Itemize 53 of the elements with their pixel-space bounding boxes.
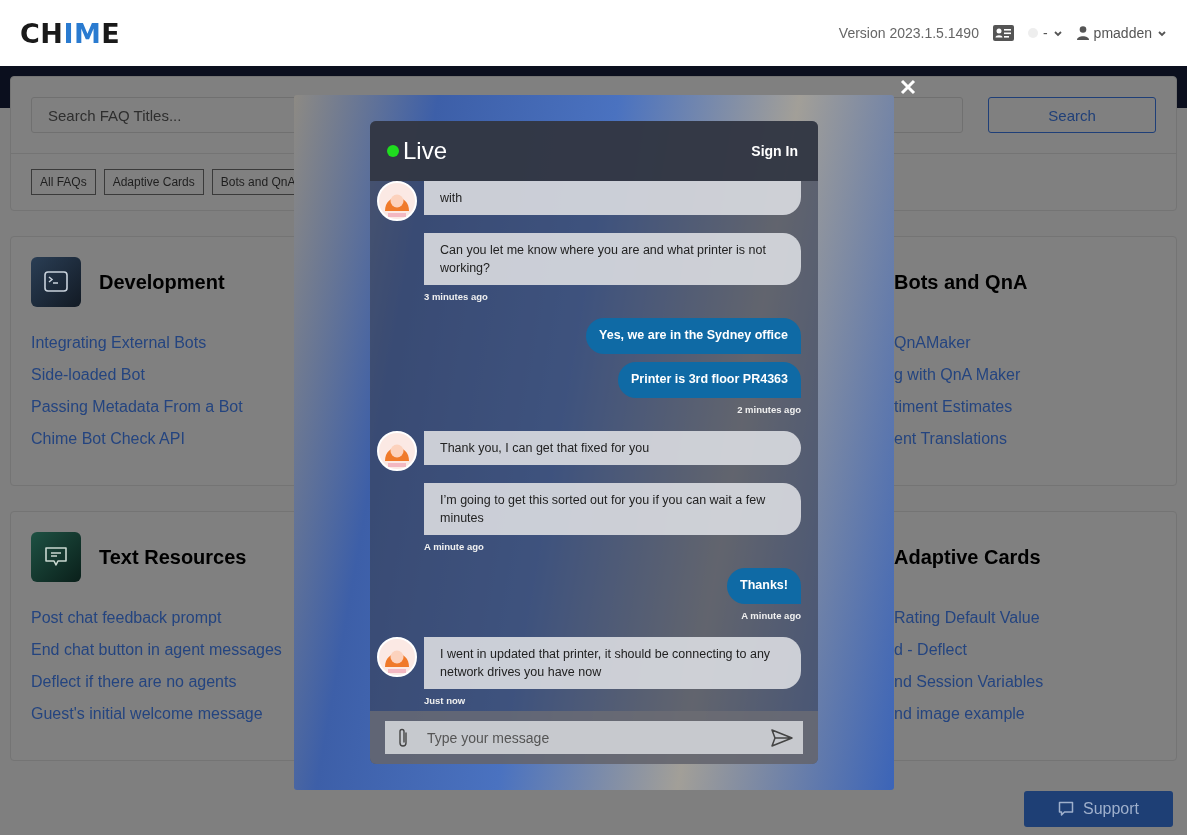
faq-link[interactable]: timent Estimates bbox=[894, 396, 1013, 417]
category-title: Development bbox=[99, 270, 225, 294]
sign-in-link[interactable]: Sign In bbox=[751, 143, 798, 159]
timestamp: A minute ago bbox=[741, 610, 801, 621]
logo[interactable]: CHIME bbox=[20, 17, 121, 49]
faq-link[interactable]: nd image example bbox=[894, 703, 1025, 724]
message-bubble: with bbox=[424, 181, 801, 215]
faq-link[interactable]: Side-loaded Bot bbox=[31, 364, 145, 385]
timestamp: 3 minutes ago bbox=[424, 291, 488, 302]
chevron-icon bbox=[1052, 28, 1063, 38]
faq-link[interactable]: Integrating External Bots bbox=[31, 332, 207, 353]
faq-link[interactable]: Post chat feedback prompt bbox=[31, 607, 222, 628]
message-bubble: Thanks! bbox=[727, 568, 801, 604]
chevron-icon bbox=[1157, 28, 1167, 38]
faq-link[interactable]: g with QnA Maker bbox=[894, 364, 1021, 385]
message-bubble: Thank you, I can get that fixed for you bbox=[424, 431, 801, 465]
message-bubble: I’m going to get this sorted out for you if you can wait a few minutes bbox=[424, 483, 801, 535]
id-card-icon bbox=[992, 25, 1014, 41]
user-menu[interactable]: pmadden bbox=[1076, 25, 1167, 41]
status-menu[interactable]: - bbox=[1027, 25, 1063, 41]
support-button[interactable]: Support bbox=[1024, 791, 1173, 827]
filter-tag[interactable]: All FAQs bbox=[31, 169, 96, 195]
message-bubble: Printer is 3rd floor PR4363 bbox=[618, 362, 801, 398]
faq-link[interactable]: QnAMaker bbox=[894, 332, 971, 353]
timestamp: Just now bbox=[424, 695, 466, 706]
version-label: Version 2023.1.5.1490 bbox=[838, 25, 979, 41]
category-title: Adaptive Cards bbox=[894, 545, 1041, 569]
terminal-icon bbox=[31, 257, 81, 307]
send-icon bbox=[771, 728, 793, 747]
faq-link[interactable]: ent Translations bbox=[894, 428, 1007, 449]
faq-link[interactable]: Guest's initial welcome message bbox=[31, 703, 263, 724]
category-title: Bots and QnA bbox=[894, 270, 1028, 294]
faq-link[interactable]: nd Session Variables bbox=[894, 671, 1044, 692]
filter-tag[interactable]: Adaptive Cards bbox=[103, 169, 204, 195]
message-bubble: Yes, we are in the Sydney office bbox=[586, 318, 801, 354]
message-bubble: Can you let me know where you are and what printer is not working? bbox=[424, 233, 801, 285]
faq-link[interactable]: d - Deflect bbox=[894, 639, 967, 660]
chat-bubble-icon bbox=[1057, 801, 1074, 817]
category-title: Text Resources bbox=[99, 545, 247, 569]
faq-link[interactable]: Passing Metadata From a Bot bbox=[31, 396, 243, 417]
status-label: Live bbox=[403, 137, 448, 165]
chat-bubble-icon bbox=[31, 532, 81, 582]
faq-link[interactable]: Rating Default Value bbox=[894, 607, 1040, 628]
paperclip-icon bbox=[397, 726, 409, 749]
faq-link[interactable]: Chime Bot Check API bbox=[31, 428, 185, 449]
timestamp: 2 minutes ago bbox=[737, 404, 801, 415]
timestamp: A minute ago bbox=[424, 541, 484, 552]
user-icon bbox=[1076, 26, 1089, 40]
message-field[interactable]: Type your message bbox=[385, 721, 803, 754]
faq-link[interactable]: Deflect if there are no agents bbox=[31, 671, 237, 692]
message-bubble: I went in updated that printer, it should be connecting to any network drives you have now bbox=[424, 637, 801, 689]
faq-link[interactable]: End chat button in agent messages bbox=[31, 639, 282, 660]
search-button[interactable]: Search bbox=[988, 97, 1156, 133]
